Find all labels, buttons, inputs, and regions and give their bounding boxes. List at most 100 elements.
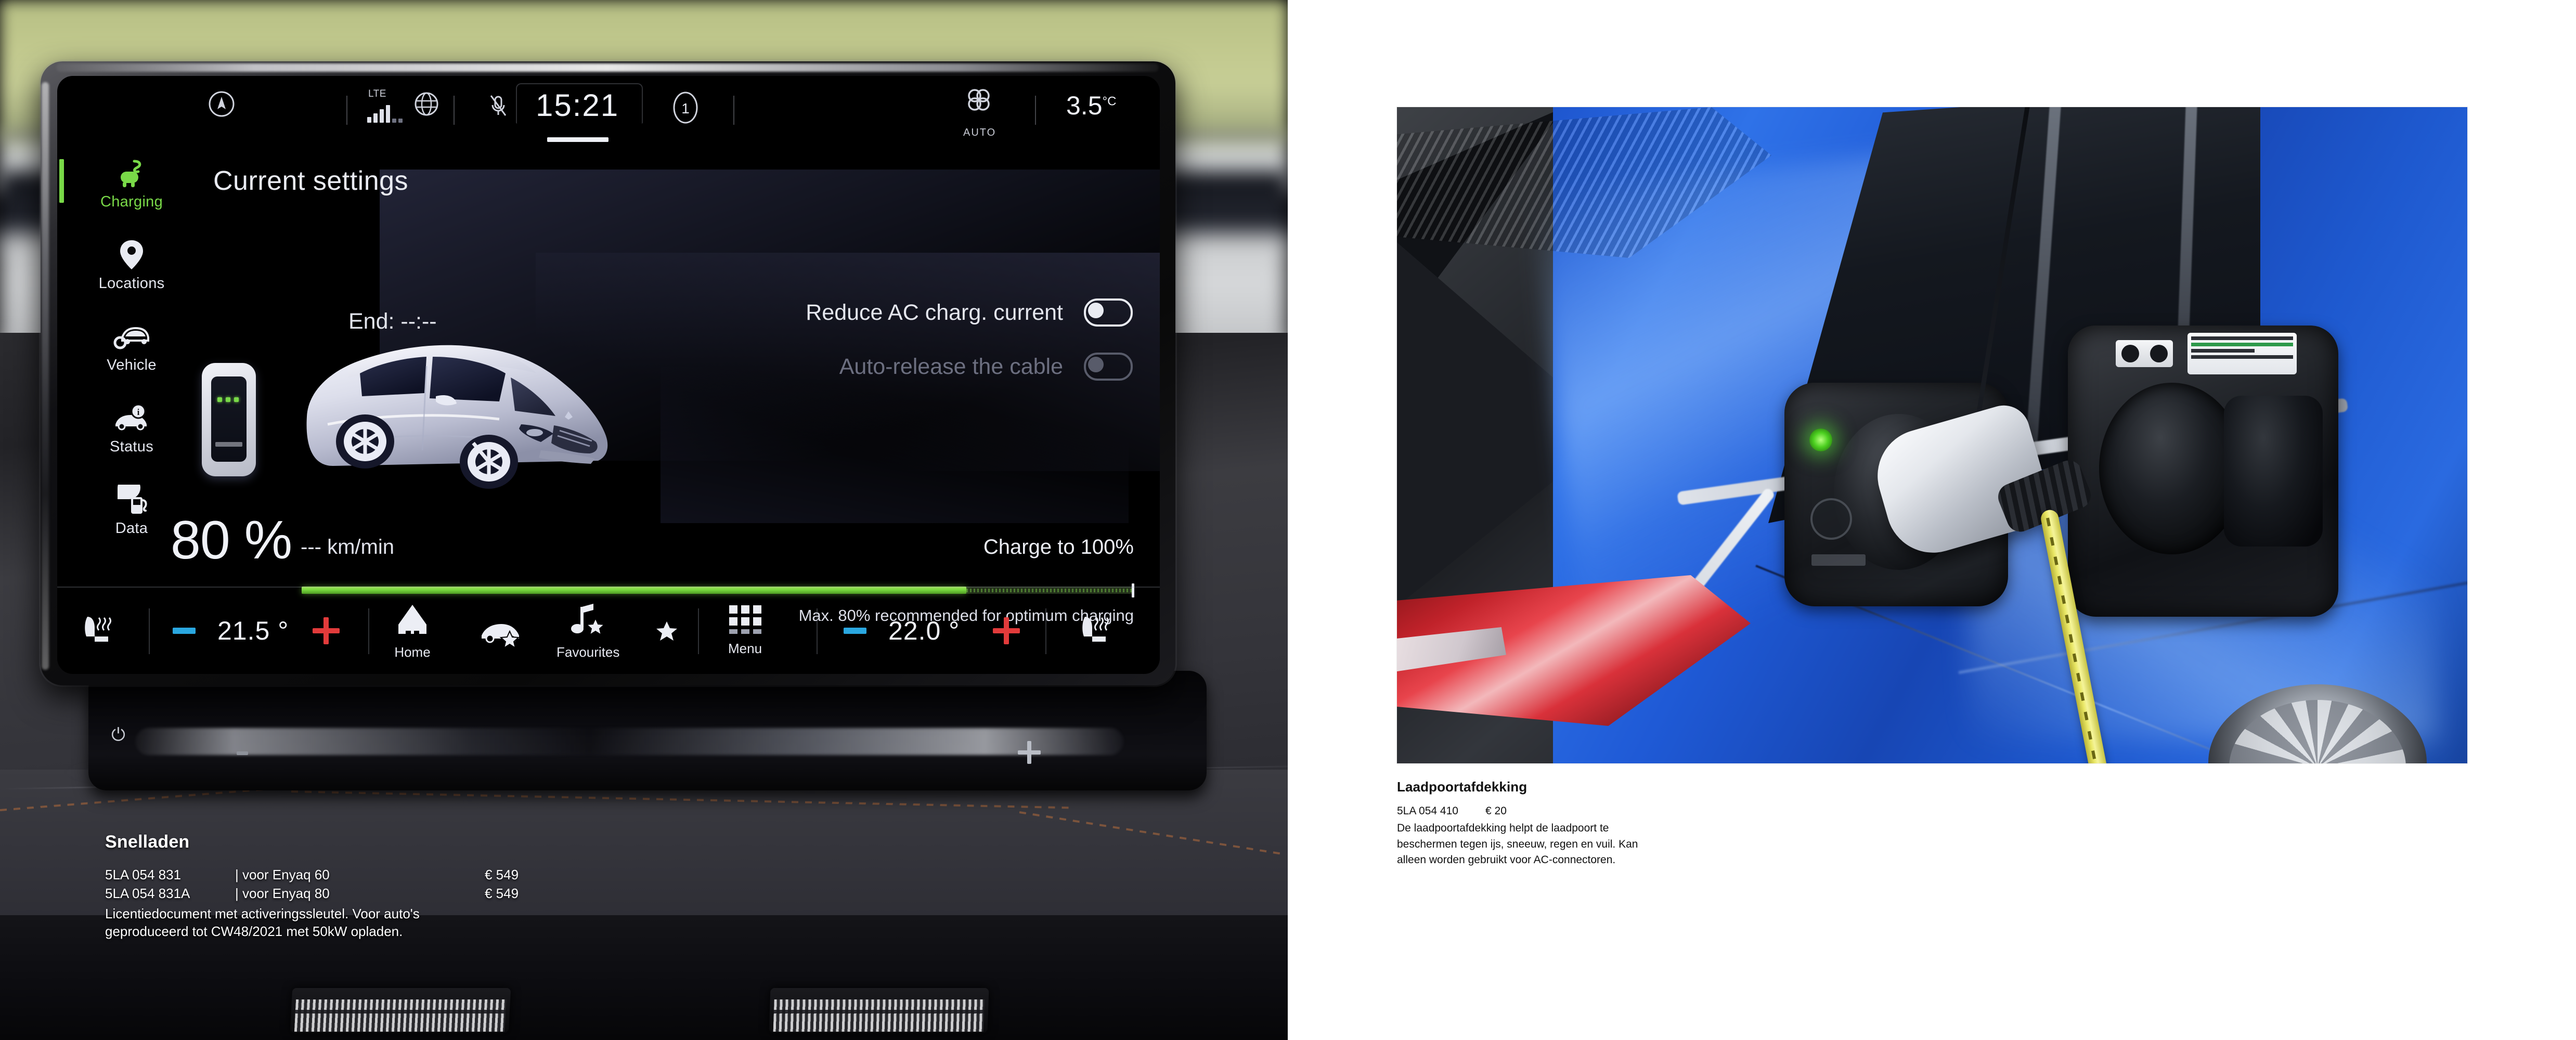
car-gear-icon [82, 320, 181, 353]
auto-release-cable-toggle[interactable] [1084, 353, 1133, 381]
right-photo [1397, 107, 2467, 763]
home-label: Home [394, 644, 431, 660]
left-caption-title: Snelladen [105, 832, 190, 852]
air-vent-right [769, 988, 989, 1033]
setting-label: Reduce AC charg. current [806, 300, 1063, 325]
signal-bars-icon [367, 103, 403, 123]
seat-heating-icon [1082, 617, 1109, 642]
climate-auto-label: AUTO [963, 127, 996, 138]
wallbox-charger-icon [202, 363, 256, 476]
label-line-short [2191, 349, 2255, 353]
label-line [2191, 336, 2293, 340]
sidebar-item-charging[interactable]: Charging [59, 157, 181, 211]
charging-data-icon [82, 484, 181, 516]
setting-row-auto-release-cable[interactable]: Auto-release the cable [839, 353, 1133, 381]
bottom-bar-separator [1045, 608, 1046, 654]
temperature-right-label: 22.0 ° [888, 616, 960, 645]
bezel-top-sheen [56, 63, 1159, 72]
sidebar-item-data[interactable]: Data [82, 484, 181, 537]
connector-type-label [2116, 340, 2173, 367]
air-vent-slats [294, 999, 507, 1032]
reduce-ac-current-toggle[interactable] [1084, 298, 1133, 327]
plus-icon-horizontal [313, 628, 340, 633]
skoda-wordmark [1811, 554, 1866, 566]
left-caption: Snelladen 5LA 054 831 | voor Enyaq 60 € … [105, 832, 563, 941]
left-caption-row: 5LA 054 831 | voor Enyaq 60 € 549 [105, 866, 563, 883]
time-underline [547, 137, 609, 142]
bezel-left-sheen [42, 82, 49, 670]
part-description: | voor Enyaq 80 [235, 886, 330, 902]
temp-decrease-right-button[interactable] [844, 588, 866, 674]
volume-down-icon[interactable] [237, 751, 248, 755]
status-bar: LTE 15:21 1 AUTO 3.5°C [57, 76, 1160, 142]
bottom-bar-separator [368, 608, 369, 654]
right-caption: Laadpoortafdekking 5LA 054 410 € 20 De l… [1397, 779, 1761, 868]
part-price: € 20 [1485, 805, 1507, 817]
temp-increase-left-button[interactable] [313, 588, 340, 674]
part-price: € 549 [485, 867, 519, 882]
menu-button[interactable]: Menu [728, 588, 762, 674]
outside-temperature-unit: °C [1102, 94, 1117, 109]
air-vent-bar [773, 1010, 985, 1013]
seat-heating-icon [85, 617, 111, 642]
sidebar-item-label: Data [115, 520, 148, 537]
seat-heating-right-button[interactable] [1078, 588, 1112, 674]
favourites-button[interactable]: Favourites [556, 588, 619, 674]
outside-temperature: 3.5°C [1066, 90, 1116, 121]
car-favourite-button[interactable] [477, 588, 522, 674]
wallbox-display [211, 376, 247, 462]
globe-icon[interactable] [413, 90, 440, 118]
infotainment-screen[interactable]: LTE 15:21 1 AUTO 3.5°C Charging Location… [57, 76, 1160, 674]
status-separator [733, 96, 734, 125]
charging-port-release-button[interactable] [1810, 498, 1852, 540]
sidebar-item-status[interactable]: i Status [82, 402, 181, 456]
svg-text:1: 1 [681, 100, 690, 116]
status-separator [346, 96, 347, 125]
right-caption-description: De laadpoortafdekking helpt de laadpoort… [1397, 822, 1638, 866]
label-line [2191, 355, 2293, 359]
power-icon[interactable]: ⏻ [111, 726, 129, 744]
map-pin-icon [82, 239, 181, 271]
wallbox-led-indicators [217, 397, 239, 402]
part-description: | voor Enyaq 60 [235, 867, 330, 882]
vehicle-illustration [187, 284, 645, 534]
temperature-right-value[interactable]: 22.0 ° [888, 588, 960, 674]
status-separator [454, 96, 455, 125]
sidebar-item-label: Vehicle [107, 357, 157, 373]
toggle-knob [1088, 303, 1104, 318]
charging-status-led [1809, 428, 1832, 451]
minus-icon [844, 628, 866, 634]
sidebar-item-label: Charging [100, 193, 163, 210]
sidebar-active-indicator [59, 159, 64, 203]
charging-plug-icon [82, 157, 181, 189]
temperature-left-label: 21.5 ° [217, 616, 289, 645]
air-vent-left [290, 988, 511, 1033]
dc-socket [2224, 396, 2323, 547]
phone-mute-icon[interactable] [488, 94, 509, 118]
car-favourite-icon [482, 624, 520, 647]
left-caption-row: 5LA 054 831A | voor Enyaq 80 € 549 [105, 885, 563, 902]
bottom-bar-separator [149, 608, 150, 654]
charging-spec-label [2187, 333, 2297, 374]
home-button[interactable]: Home [394, 588, 431, 674]
toggle-knob [1088, 357, 1104, 372]
sidebar-item-locations[interactable]: Locations [82, 239, 181, 292]
part-number: 5LA 054 410 [1397, 805, 1458, 817]
charge-percent-label: 80 % [171, 510, 292, 570]
seat-heating-left-button[interactable] [80, 588, 114, 674]
car-info-icon: i [82, 402, 181, 434]
driver-profile-icon[interactable]: 1 [671, 90, 700, 125]
fan-auto-icon[interactable] [963, 85, 994, 116]
sidebar: Charging Locations Vehicle i Status Data [59, 157, 181, 565]
star-button[interactable] [655, 588, 678, 674]
lane-assist-icon[interactable] [208, 90, 235, 118]
setting-row-reduce-ac-current[interactable]: Reduce AC charg. current [806, 298, 1133, 327]
temp-decrease-left-button[interactable] [173, 588, 196, 674]
status-separator [1035, 96, 1036, 125]
temperature-left-value[interactable]: 21.5 ° [217, 588, 289, 674]
svg-text:i: i [137, 407, 140, 417]
right-caption-row: 5LA 054 410 € 20 [1397, 803, 1761, 819]
temp-increase-right-button[interactable] [993, 588, 1020, 674]
sidebar-item-vehicle[interactable]: Vehicle [82, 320, 181, 374]
volume-up-icon-bar[interactable] [1018, 750, 1041, 755]
